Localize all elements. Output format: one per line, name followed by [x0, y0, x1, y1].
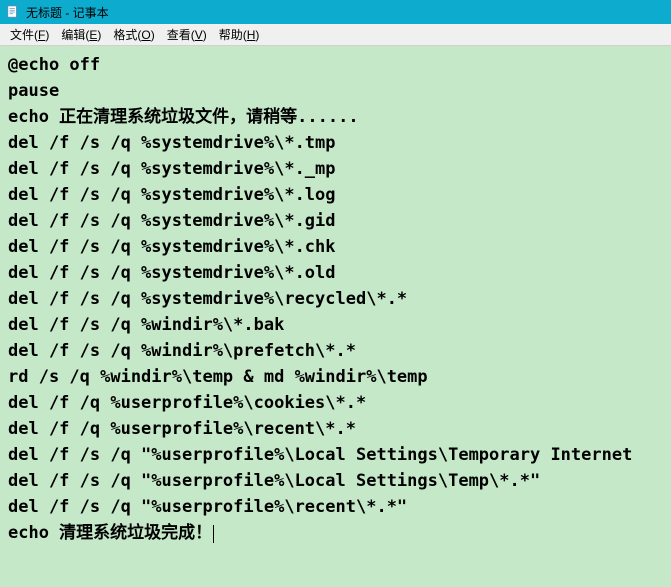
text-caret: [213, 525, 214, 543]
text-editor-area[interactable]: @echo off pause echo 正在清理系统垃圾文件，请稍等.....…: [0, 46, 671, 587]
window-title: 无标题 - 记事本: [26, 4, 109, 21]
menu-format[interactable]: 格式(O): [107, 24, 160, 45]
menu-help[interactable]: 帮助(H): [213, 24, 266, 45]
menu-file[interactable]: 文件(F): [4, 24, 55, 45]
titlebar[interactable]: 无标题 - 记事本: [0, 0, 671, 24]
menu-view[interactable]: 查看(V): [161, 24, 213, 45]
menu-edit[interactable]: 编辑(E): [55, 24, 107, 45]
notepad-icon: [6, 5, 20, 19]
menubar: 文件(F) 编辑(E) 格式(O) 查看(V) 帮助(H): [0, 24, 671, 46]
